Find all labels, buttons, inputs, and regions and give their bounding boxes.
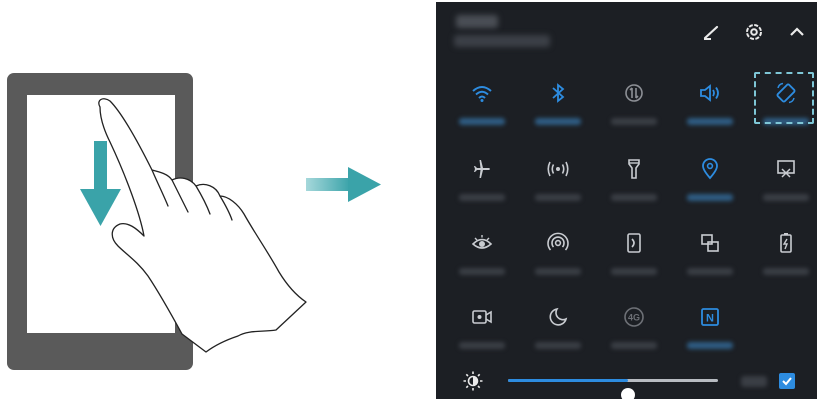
hotspot-icon xyxy=(545,156,571,182)
right-arrow-icon xyxy=(306,167,381,202)
tile-label xyxy=(611,342,657,349)
collapse-chevron-icon[interactable] xyxy=(785,20,809,44)
airplane-icon xyxy=(469,156,495,182)
multiscreen-icon xyxy=(697,230,723,256)
recorder-icon xyxy=(469,304,495,330)
tile-hotspot[interactable] xyxy=(528,148,588,208)
tile-4g[interactable]: 4G xyxy=(604,296,664,356)
flashlight-icon xyxy=(621,156,647,182)
tile-screenshot[interactable] xyxy=(756,148,816,208)
tile-label xyxy=(687,194,733,201)
auto-brightness-checkbox[interactable] xyxy=(779,373,795,389)
tile-label xyxy=(687,118,733,125)
tile-battery-saver[interactable] xyxy=(756,222,816,282)
nfc-icon: N xyxy=(697,304,723,330)
settings-icon[interactable] xyxy=(742,20,766,44)
tile-label xyxy=(763,268,809,275)
date-text xyxy=(454,35,550,47)
brightness-slider-fill xyxy=(508,379,628,382)
tile-bluetooth[interactable] xyxy=(528,72,588,132)
tile-label xyxy=(459,268,505,275)
wifi-icon xyxy=(469,80,495,106)
battery-icon xyxy=(773,230,799,256)
tile-do-not-disturb[interactable] xyxy=(528,296,588,356)
auto-brightness-label xyxy=(741,376,767,387)
quick-settings-panel: 4G N xyxy=(436,2,817,399)
tile-label xyxy=(763,194,809,201)
tile-label xyxy=(459,342,505,349)
share-icon xyxy=(545,230,571,256)
edit-icon[interactable] xyxy=(699,20,723,44)
tile-eye-comfort[interactable] xyxy=(452,222,512,282)
gesture-overlay xyxy=(80,98,381,353)
tile-label xyxy=(687,268,733,275)
tile-screen-recorder[interactable] xyxy=(452,296,512,356)
eye-icon xyxy=(469,230,495,256)
tile-label xyxy=(611,194,657,201)
tile-label xyxy=(535,268,581,275)
tile-label xyxy=(535,118,581,125)
tile-huawei-share[interactable] xyxy=(528,222,588,282)
location-icon xyxy=(697,156,723,182)
tile-label xyxy=(459,194,505,201)
svg-text:4G: 4G xyxy=(628,313,640,323)
brightness-slider[interactable] xyxy=(508,379,718,399)
tile-airplane-mode[interactable] xyxy=(452,148,512,208)
bluetooth-icon xyxy=(545,80,571,106)
screenshot-icon xyxy=(773,156,799,182)
tile-label xyxy=(459,118,505,125)
tile-nfc[interactable]: N xyxy=(680,296,740,356)
sound-icon xyxy=(697,80,723,106)
mobile-data-icon xyxy=(621,80,647,106)
tile-mobile-data[interactable] xyxy=(604,72,664,132)
tile-label xyxy=(611,268,657,275)
tile-wifi[interactable] xyxy=(452,72,512,132)
tile-label xyxy=(611,118,657,125)
tile-location[interactable] xyxy=(680,148,740,208)
tile-label xyxy=(535,342,581,349)
moon-icon xyxy=(545,304,571,330)
hand-pointer-icon xyxy=(98,98,307,353)
tile-label xyxy=(687,342,733,349)
auto-rotate-highlight xyxy=(754,72,814,124)
tile-screen-mirror[interactable] xyxy=(604,222,664,282)
tile-multi-screen[interactable] xyxy=(680,222,740,282)
tile-label xyxy=(535,194,581,201)
mirror-icon xyxy=(621,230,647,256)
tile-flashlight[interactable] xyxy=(604,148,664,208)
brightness-row xyxy=(436,364,817,399)
gesture-illustration xyxy=(0,0,420,399)
svg-text:N: N xyxy=(706,313,714,325)
brightness-slider-thumb[interactable] xyxy=(621,388,635,399)
4g-icon: 4G xyxy=(621,304,647,330)
tile-sound[interactable] xyxy=(680,72,740,132)
brightness-icon xyxy=(462,370,484,397)
carrier-name xyxy=(456,15,498,28)
